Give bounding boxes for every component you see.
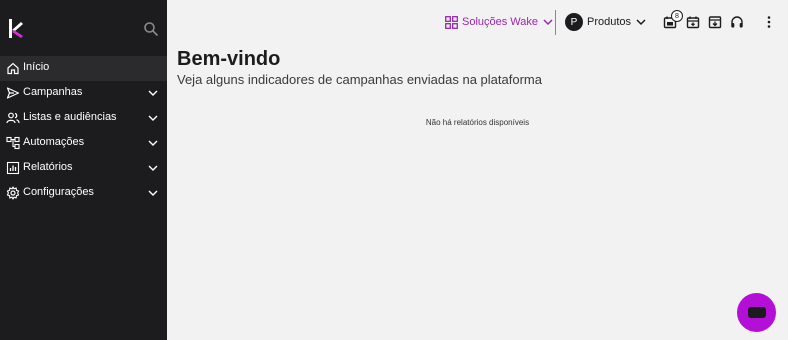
sidebar-item-label: Campanhas <box>23 86 83 98</box>
divider <box>555 10 556 35</box>
sidebar-item-label: Configurações <box>23 186 94 198</box>
flow-icon <box>6 136 20 150</box>
chart-icon <box>6 161 20 175</box>
page-subtitle: Veja alguns indicadores de campanhas env… <box>177 72 542 87</box>
chevron-down-icon <box>148 165 158 171</box>
chevron-down-icon <box>148 140 158 146</box>
sidebar-item-listas[interactable]: Listas e audiências <box>0 106 167 131</box>
produtos-label: Produtos <box>587 16 632 28</box>
chat-button[interactable] <box>737 293 776 332</box>
search-icon[interactable] <box>143 21 159 37</box>
top-bar: Soluções Wake P Produtos 8 <box>167 0 788 44</box>
chevron-down-icon <box>148 115 158 121</box>
page-title: Bem-vindo <box>177 48 281 70</box>
home-icon <box>7 62 19 75</box>
users-icon <box>6 112 20 124</box>
gear-icon <box>6 186 20 200</box>
download-box-icon[interactable] <box>708 15 722 29</box>
sidebar-item-configuracoes[interactable]: Configurações <box>0 181 167 206</box>
sidebar: Início Campanhas Listas e audiências Aut… <box>0 0 167 340</box>
produtos-dropdown[interactable]: P Produtos <box>565 12 646 32</box>
send-icon <box>6 87 20 99</box>
chevron-down-icon <box>636 19 646 26</box>
sidebar-item-campanhas[interactable]: Campanhas <box>0 81 167 106</box>
empty-state-message: Não há relatórios disponíveis <box>425 118 530 127</box>
solucoes-wake-dropdown[interactable]: Soluções Wake <box>445 14 553 30</box>
chevron-down-icon <box>543 19 553 26</box>
calendar-add-icon[interactable] <box>686 15 700 29</box>
chevron-down-icon <box>148 90 158 96</box>
apps-grid-icon <box>445 15 458 29</box>
sidebar-item-inicio[interactable]: Início <box>0 56 167 81</box>
sidebar-item-label: Listas e audiências <box>23 111 117 123</box>
notification-badge: 8 <box>671 10 683 22</box>
headset-icon[interactable] <box>730 15 744 29</box>
sidebar-item-relatorios[interactable]: Relatórios <box>0 156 167 181</box>
sidebar-item-label: Automações <box>23 136 85 148</box>
more-vertical-icon[interactable] <box>762 15 776 29</box>
sidebar-item-label: Relatórios <box>23 161 73 173</box>
chevron-down-icon <box>148 190 158 196</box>
chat-icon <box>747 307 766 318</box>
sidebar-header <box>0 0 167 56</box>
avatar: P <box>565 13 583 31</box>
sidebar-item-label: Início <box>23 61 50 73</box>
solucoes-wake-label: Soluções Wake <box>462 16 539 28</box>
wake-logo-icon[interactable] <box>9 19 23 38</box>
sidebar-item-automacoes[interactable]: Automações <box>0 131 167 156</box>
